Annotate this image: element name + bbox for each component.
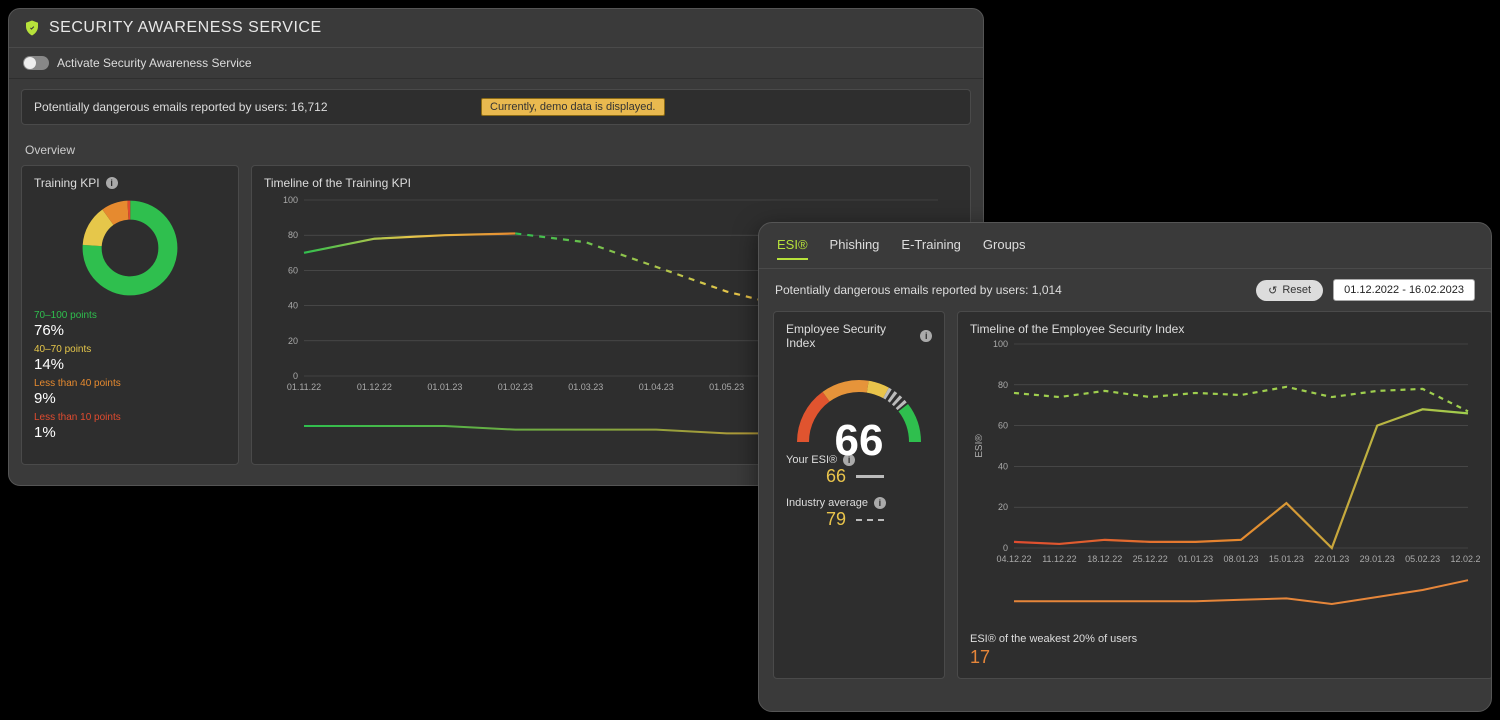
reset-label: Reset	[1282, 284, 1311, 296]
svg-text:100: 100	[283, 195, 298, 205]
demo-notice: Currently, demo data is displayed.	[481, 98, 665, 116]
svg-text:01.01.23: 01.01.23	[427, 382, 462, 392]
svg-text:60: 60	[288, 265, 298, 275]
dangerous-count: Potentially dangerous emails reported by…	[34, 100, 328, 114]
date-range-button[interactable]: 01.12.2022 - 16.02.2023	[1333, 279, 1475, 301]
panel-esi: ESI® Phishing E-Training Groups Potentially…	[758, 222, 1492, 712]
weakest-value: 17	[970, 647, 1480, 668]
svg-text:60: 60	[998, 421, 1008, 431]
svg-text:01.05.23: 01.05.23	[709, 382, 744, 392]
tab-etraining[interactable]: E-Training	[901, 237, 960, 260]
legend-value: 1%	[34, 424, 226, 442]
training-kpi-donut	[80, 198, 180, 298]
svg-text:40: 40	[998, 461, 1008, 471]
dangerous-count-b: Potentially dangerous emails reported by…	[775, 283, 1062, 297]
training-kpi-timeline-title: Timeline of the Training KPI	[264, 176, 411, 190]
your-esi-value: 66	[826, 466, 846, 487]
pager-dot[interactable]	[493, 486, 500, 487]
pager-dot[interactable]	[476, 486, 483, 487]
svg-text:01.02.23: 01.02.23	[498, 382, 533, 392]
svg-text:01.03.23: 01.03.23	[568, 382, 603, 392]
tab-phishing[interactable]: Phishing	[830, 237, 880, 260]
legend-value: 14%	[34, 356, 226, 374]
titlebar: SECURITY AWARENESS SERVICE	[9, 9, 983, 47]
tab-esi[interactable]: ESI®	[777, 237, 808, 260]
svg-text:40: 40	[288, 301, 298, 311]
svg-text:100: 100	[993, 339, 1008, 349]
info-icon[interactable]: i	[106, 177, 118, 189]
pager-next[interactable]: ›	[527, 481, 532, 486]
svg-text:0: 0	[293, 371, 298, 381]
app-title: SECURITY AWARENESS SERVICE	[49, 19, 322, 37]
pager-prev[interactable]: ‹	[461, 481, 466, 486]
info-icon[interactable]: i	[874, 497, 886, 509]
pager-dot[interactable]	[510, 486, 517, 487]
weakest-label: ESI® of the weakest 20% of users	[970, 633, 1480, 645]
svg-text:25.12.22: 25.12.22	[1133, 554, 1168, 564]
activate-toggle[interactable]	[23, 56, 49, 70]
legend-value: 76%	[34, 322, 226, 340]
svg-text:20: 20	[998, 502, 1008, 512]
shield-icon	[23, 19, 41, 37]
svg-text:11.12.22: 11.12.22	[1042, 554, 1076, 564]
svg-text:04.12.22: 04.12.22	[996, 554, 1031, 564]
info-icon[interactable]: i	[920, 330, 932, 342]
legend-label: Less than 10 points	[34, 412, 226, 424]
svg-text:0: 0	[1003, 543, 1008, 553]
esi-timeline-title: Timeline of the Employee Security Index	[970, 322, 1184, 336]
svg-text:ESI®: ESI®	[974, 434, 985, 458]
svg-text:18.12.22: 18.12.22	[1087, 554, 1122, 564]
esi-card-title: Employee Security Index	[786, 322, 914, 350]
svg-text:15.01.23: 15.01.23	[1269, 554, 1304, 564]
svg-text:22.01.23: 22.01.23	[1314, 554, 1349, 564]
reset-icon: ↺	[1268, 284, 1277, 297]
svg-text:08.01.23: 08.01.23	[1223, 554, 1258, 564]
svg-text:29.01.23: 29.01.23	[1360, 554, 1395, 564]
legend-value: 9%	[34, 390, 226, 408]
industry-avg-value: 79	[826, 509, 846, 530]
svg-text:20: 20	[288, 336, 298, 346]
training-kpi-card: Training KPI i 70–100 points76% 40–70 poi…	[21, 165, 239, 465]
notice-bar: Potentially dangerous emails reported by…	[21, 89, 971, 125]
svg-text:01.12.22: 01.12.22	[357, 382, 392, 392]
svg-text:01.01.23: 01.01.23	[1178, 554, 1213, 564]
tab-groups[interactable]: Groups	[983, 237, 1026, 260]
training-kpi-legend: 70–100 points76% 40–70 points14% Less than…	[34, 310, 226, 442]
activate-row: Activate Security Awareness Service	[9, 47, 983, 79]
overview-label: Overview	[9, 135, 983, 165]
solid-legend-line	[856, 475, 884, 478]
svg-text:01.04.23: 01.04.23	[639, 382, 674, 392]
svg-text:01.11.22: 01.11.22	[287, 382, 321, 392]
legend-label: 40–70 points	[34, 344, 226, 356]
esi-gauge-value: 66	[784, 416, 934, 466]
dashed-legend-line	[856, 519, 884, 521]
industry-avg-label: Industry average	[786, 497, 868, 509]
legend-label: Less than 40 points	[34, 378, 226, 390]
esi-timeline-chart: 0 20 40 60 80 100 04.12.22 11.12.22 18.12.22 25.1…	[970, 336, 1480, 626]
legend-label: 70–100 points	[34, 310, 226, 322]
svg-text:80: 80	[998, 380, 1008, 390]
esi-header-row: Potentially dangerous emails reported by…	[759, 269, 1491, 311]
reset-button[interactable]: ↺ Reset	[1256, 280, 1323, 301]
svg-text:12.02.23: 12.02.23	[1450, 554, 1480, 564]
svg-text:05.02.23: 05.02.23	[1405, 554, 1440, 564]
activate-label: Activate Security Awareness Service	[57, 56, 252, 70]
tabs: ESI® Phishing E-Training Groups	[759, 223, 1491, 269]
training-kpi-title: Training KPI	[34, 176, 100, 190]
svg-text:80: 80	[288, 230, 298, 240]
esi-timeline-card: Timeline of the Employee Security Index …	[957, 311, 1492, 679]
esi-card: Employee Security Index i 66 Your ESI® i…	[773, 311, 945, 679]
